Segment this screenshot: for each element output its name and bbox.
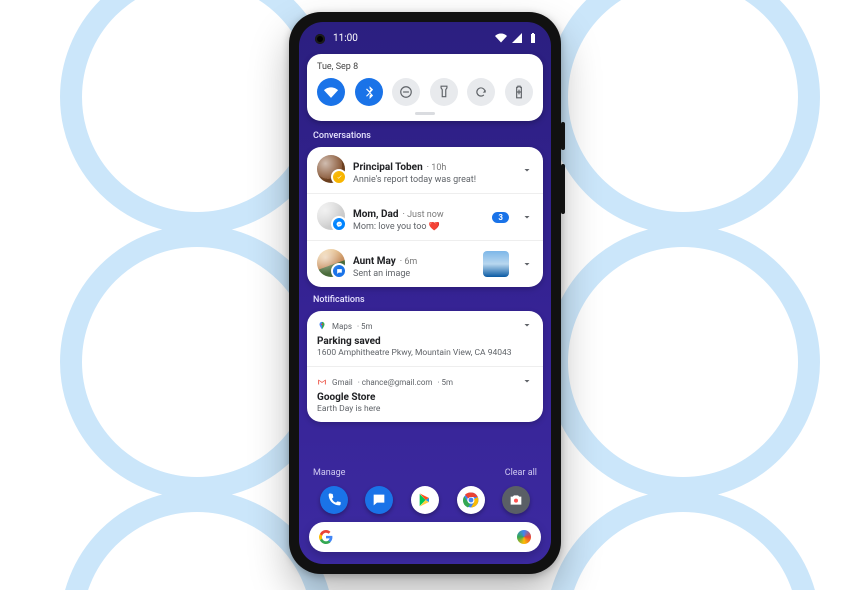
maps-icon: [317, 321, 327, 331]
notification-app: Gmail: [332, 378, 353, 387]
notification-row[interactable]: Gmail · chance@gmail.com · 5m Google Sto…: [307, 366, 543, 422]
avatar: [317, 155, 345, 183]
front-camera: [315, 34, 325, 44]
avatar: [317, 249, 345, 277]
google-logo-icon: [319, 530, 333, 544]
conversation-subtitle: Mom: love you too ❤️: [353, 222, 484, 232]
chevron-down-icon[interactable]: [521, 319, 533, 333]
notification-subtitle: 1600 Amphitheatre Pkwy, Mountain View, C…: [317, 348, 533, 358]
app-badge-icon: [331, 263, 347, 279]
clock: 11:00: [333, 33, 358, 44]
conversations-card: Principal Toben · 10h Annie's report tod…: [307, 147, 543, 287]
conversation-title: Mom, Dad: [353, 209, 399, 220]
bg-circle: [546, 490, 820, 590]
phone-screen[interactable]: 11:00 Tue, Sep 8: [299, 22, 551, 564]
qs-flashlight-tile[interactable]: [430, 78, 458, 106]
notification-title: Google Store: [317, 392, 533, 403]
conversations-header: Conversations: [313, 131, 537, 141]
notification-time: · 5m: [437, 378, 453, 387]
dock-messages-icon[interactable]: [365, 486, 393, 514]
home-bottom-area: Manage Clear all: [299, 462, 551, 564]
wifi-icon: [495, 32, 507, 44]
chevron-down-icon[interactable]: [521, 375, 533, 389]
conversation-text: Mom, Dad · Just now Mom: love you too ❤️: [353, 202, 484, 232]
qs-dnd-tile[interactable]: [392, 78, 420, 106]
app-badge-icon: [331, 216, 347, 232]
chevron-down-icon[interactable]: [521, 161, 533, 180]
conversation-subtitle: Annie's report today was great!: [353, 175, 513, 185]
qs-wifi-tile[interactable]: [317, 78, 345, 106]
conversation-time: · Just now: [402, 210, 443, 220]
dock-play-store-icon[interactable]: [411, 486, 439, 514]
qs-rotate-tile[interactable]: [467, 78, 495, 106]
conversation-row[interactable]: Aunt May · 6m Sent an image: [307, 240, 543, 287]
conversation-title: Principal Toben: [353, 162, 423, 173]
app-dock: [311, 486, 539, 514]
power-button: [561, 164, 565, 214]
conversation-row[interactable]: Principal Toben · 10h Annie's report tod…: [307, 147, 543, 193]
image-thumbnail: [483, 251, 509, 277]
quick-settings-date: Tue, Sep 8: [317, 62, 533, 72]
signal-icon: [511, 32, 523, 44]
manage-button[interactable]: Manage: [313, 468, 345, 478]
stage: 11:00 Tue, Sep 8: [0, 0, 850, 590]
dock-chrome-icon[interactable]: [457, 486, 485, 514]
unread-count-badge: 3: [492, 212, 509, 223]
app-badge-icon: [331, 169, 347, 185]
chevron-down-icon[interactable]: [521, 255, 533, 274]
volume-button: [561, 122, 565, 150]
avatar: [317, 202, 345, 230]
notification-title: Parking saved: [317, 336, 533, 347]
conversation-text: Principal Toben · 10h Annie's report tod…: [353, 155, 513, 185]
notification-row[interactable]: Maps · 5m Parking saved 1600 Amphitheatr…: [307, 311, 543, 366]
quick-settings-tiles: [317, 78, 533, 106]
conversation-subtitle: Sent an image: [353, 269, 475, 279]
notification-app: Maps: [332, 322, 352, 331]
qs-bluetooth-tile[interactable]: [355, 78, 383, 106]
conversation-time: · 6m: [400, 257, 418, 267]
qs-expand-handle[interactable]: [415, 112, 435, 115]
battery-icon: [527, 32, 539, 44]
status-icons: [495, 32, 539, 44]
notifications-card: Maps · 5m Parking saved 1600 Amphitheatr…: [307, 311, 543, 422]
gmail-icon: [317, 377, 327, 387]
dock-camera-icon[interactable]: [502, 486, 530, 514]
dock-phone-icon[interactable]: [320, 486, 348, 514]
qs-battery-saver-tile[interactable]: [505, 78, 533, 106]
notification-subtitle: Earth Day is here: [317, 404, 533, 414]
shade-actions: Manage Clear all: [309, 468, 541, 484]
assistant-icon[interactable]: [517, 530, 531, 544]
status-bar: 11:00: [299, 22, 551, 50]
clear-all-button[interactable]: Clear all: [505, 468, 537, 478]
conversation-row[interactable]: Mom, Dad · Just now Mom: love you too ❤️…: [307, 193, 543, 240]
conversation-title: Aunt May: [353, 256, 396, 267]
phone-frame: 11:00 Tue, Sep 8: [289, 12, 561, 574]
notifications-header: Notifications: [313, 295, 537, 305]
notification-account: · chance@gmail.com: [358, 378, 433, 387]
chevron-down-icon[interactable]: [521, 208, 533, 227]
bg-circle: [546, 225, 820, 499]
conversation-time: · 10h: [427, 163, 447, 173]
quick-settings-panel[interactable]: Tue, Sep 8: [307, 54, 543, 121]
bg-circle: [546, 0, 820, 234]
conversation-text: Aunt May · 6m Sent an image: [353, 249, 475, 279]
search-bar[interactable]: [309, 522, 541, 552]
notification-time: · 5m: [357, 322, 373, 331]
